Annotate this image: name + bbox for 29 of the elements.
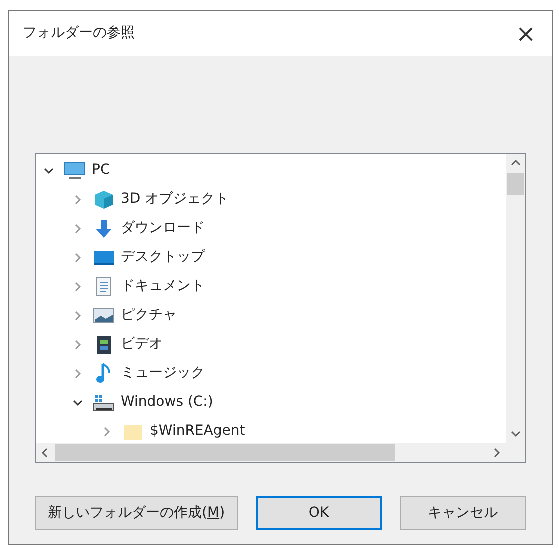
tree-item[interactable]: Windows (C:) <box>121 392 214 413</box>
music-note-icon <box>96 362 112 384</box>
close-button[interactable]: × <box>512 20 540 48</box>
computer-icon <box>64 162 86 180</box>
tree-item[interactable]: ドキュメント <box>121 276 205 297</box>
tree-item[interactable]: デスクトップ <box>121 247 205 268</box>
cube-icon <box>94 190 114 210</box>
scroll-thumb[interactable] <box>507 173 524 195</box>
film-icon <box>96 334 112 354</box>
folder-icon <box>123 422 143 440</box>
dialog-button[interactable]: OK <box>256 496 382 530</box>
tree-item[interactable]: ピクチャ <box>121 305 177 326</box>
horizontal-scrollbar[interactable] <box>36 443 506 462</box>
picture-icon <box>93 308 115 324</box>
scroll-thumb[interactable] <box>55 444 395 461</box>
dialog-button[interactable]: 新しいフォルダーの作成(M) <box>35 496 238 530</box>
tree-item[interactable]: 3D オブジェクト <box>121 189 230 210</box>
tree-item[interactable]: ミュージック <box>121 363 205 384</box>
tree-item[interactable]: ダウンロード <box>121 218 205 239</box>
tree-item[interactable]: PC <box>92 160 110 181</box>
drive-icon <box>93 392 115 412</box>
tree-item[interactable]: $WinREAgent <box>150 421 246 442</box>
document-icon <box>96 276 112 296</box>
down-arrow-icon <box>95 218 113 238</box>
window-title: フォルダーの参照 <box>23 24 135 43</box>
desktop-icon <box>93 250 115 266</box>
dialog-button[interactable]: キャンセル <box>400 496 526 530</box>
vertical-scrollbar[interactable] <box>506 154 525 443</box>
tree-item[interactable]: ビデオ <box>121 334 163 355</box>
